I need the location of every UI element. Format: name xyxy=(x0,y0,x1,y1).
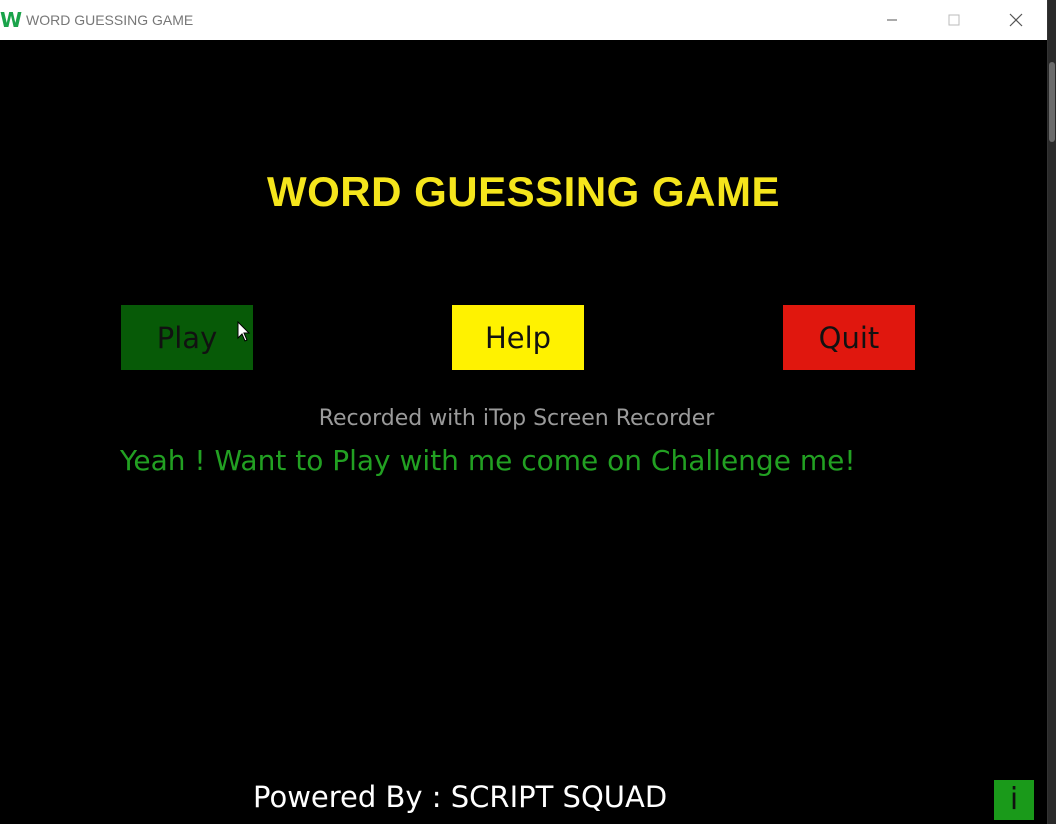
mouse-cursor-icon xyxy=(237,321,251,342)
window-titlebar[interactable]: W WORD GUESSING GAME xyxy=(0,0,1047,40)
window-controls xyxy=(861,0,1047,40)
minimize-icon xyxy=(887,19,897,21)
game-window: W WORD GUESSING GAME WORD GUESSING GAME … xyxy=(0,0,1048,824)
challenge-message: Yeah ! Want to Play with me come on Chal… xyxy=(120,444,856,477)
minimize-button[interactable] xyxy=(861,0,923,40)
scrollbar-thumb[interactable] xyxy=(1049,62,1055,142)
maximize-button[interactable] xyxy=(923,0,985,40)
info-button[interactable]: i xyxy=(994,780,1034,820)
window-title: WORD GUESSING GAME xyxy=(26,12,194,28)
close-button[interactable] xyxy=(985,0,1047,40)
app-icon: W xyxy=(0,8,23,32)
quit-button[interactable]: Quit xyxy=(783,305,915,370)
recorder-watermark: Recorded with iTop Screen Recorder xyxy=(318,406,715,431)
close-icon xyxy=(1009,13,1023,27)
powered-by-label: Powered By : SCRIPT SQUAD xyxy=(253,780,668,814)
game-title: WORD GUESSING GAME xyxy=(266,168,781,215)
play-button[interactable]: Play xyxy=(121,305,253,370)
scrollbar[interactable] xyxy=(1048,0,1056,824)
maximize-icon xyxy=(948,14,960,26)
help-button[interactable]: Help xyxy=(452,305,584,370)
